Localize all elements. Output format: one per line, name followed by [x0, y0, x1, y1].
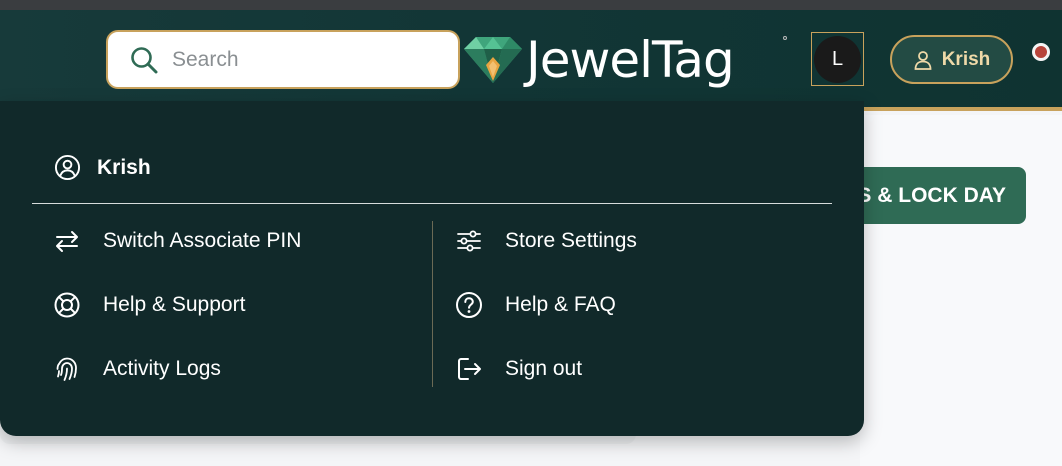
user-menu-button[interactable]: Krish — [890, 35, 1013, 84]
menu-item-label: Store Settings — [505, 229, 637, 252]
menu-item-sign-out[interactable]: Sign out — [455, 352, 582, 386]
dropdown-user-header: Krish — [54, 154, 151, 181]
menu-item-label: Switch Associate PIN — [103, 229, 302, 252]
user-circle-icon — [54, 154, 81, 181]
user-icon — [914, 50, 932, 70]
trademark-mark — [783, 36, 787, 40]
menu-item-help-support[interactable]: Help & Support — [53, 288, 245, 322]
search-input[interactable] — [172, 47, 432, 72]
logo-wordmark: JewelTag — [526, 31, 735, 89]
avatar-button[interactable]: L — [811, 32, 864, 86]
search-icon — [131, 46, 158, 73]
menu-item-label: Sign out — [505, 357, 583, 380]
sliders-icon — [457, 230, 481, 252]
dropdown-divider — [32, 203, 832, 204]
menu-item-label: Help & Support — [103, 293, 246, 316]
menu-item-help-faq[interactable]: Help & FAQ — [455, 288, 616, 322]
menu-item-store-settings[interactable]: Store Settings — [455, 224, 637, 258]
jeweltag-logo: JewelTag — [462, 31, 735, 89]
app-screen: S & LOCK DAY JewelTag — [0, 0, 1062, 466]
avatar: L — [814, 35, 861, 83]
diamond-logo-icon — [464, 37, 522, 83]
question-circle-icon — [456, 292, 482, 318]
swap-arrows-icon — [56, 231, 78, 252]
dropdown-user-name: Krish — [97, 155, 151, 179]
user-menu-label: Krish — [941, 48, 991, 70]
user-dropdown-menu: Krish Switch Associate PIN Help & Suppor… — [0, 101, 864, 436]
fingerprint-icon — [56, 357, 77, 381]
browser-strip — [0, 0, 1062, 10]
menu-item-label: Help & FAQ — [505, 293, 616, 316]
sign-out-icon — [458, 358, 481, 380]
menu-item-label: Activity Logs — [103, 357, 221, 380]
top-header: JewelTag L Krish — [0, 10, 1062, 111]
status-dot — [1032, 43, 1050, 61]
menu-item-activity-logs[interactable]: Activity Logs — [53, 352, 221, 386]
menu-item-switch-associate-pin[interactable]: Switch Associate PIN — [53, 224, 301, 258]
dropdown-column-divider — [432, 221, 433, 387]
lifebuoy-icon — [54, 292, 80, 318]
search-box[interactable] — [106, 30, 460, 89]
